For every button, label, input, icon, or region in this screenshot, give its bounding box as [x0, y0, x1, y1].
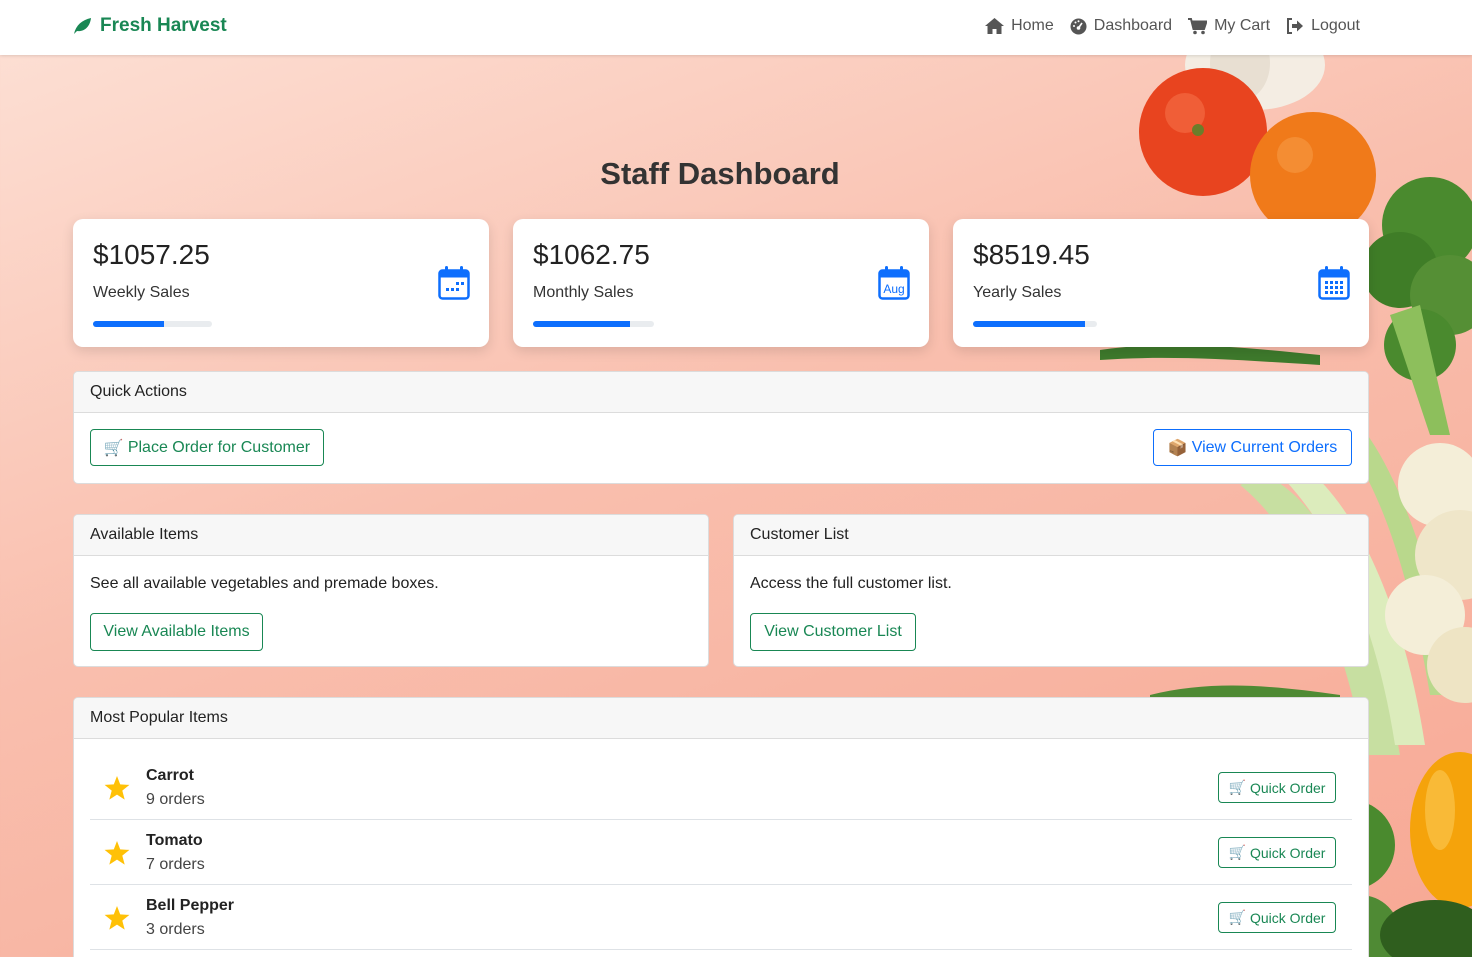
- view-current-orders-label: View Current Orders: [1191, 438, 1338, 456]
- weekly-sales-value: $1057.25: [93, 239, 210, 270]
- monthly-sales-card: $1062.75 Monthly Sales Aug: [513, 219, 929, 347]
- star-icon: [104, 906, 130, 930]
- nav-logout-label: Logout: [1311, 17, 1360, 34]
- quick-order-button[interactable]: 🛒 Quick Order: [1218, 902, 1336, 933]
- quick-order-button[interactable]: 🛒 Quick Order: [1218, 837, 1336, 868]
- customer-list-text: Access the full customer list.: [750, 575, 952, 592]
- popular-item-name: Bell Pepper: [146, 897, 235, 914]
- customer-list-header: Customer List: [734, 515, 1368, 556]
- page-title: Staff Dashboard: [600, 156, 840, 191]
- nav-home-label: Home: [1011, 17, 1054, 34]
- yearly-sales-progress: [973, 321, 1097, 327]
- calendar-month-text: Aug: [883, 282, 904, 296]
- nav-dashboard-link[interactable]: Dashboard: [1070, 17, 1172, 35]
- monthly-sales-label: Monthly Sales: [533, 284, 634, 301]
- nav-links: Home Dashboard My Cart Logout: [985, 17, 1360, 35]
- nav-logout-link[interactable]: Logout: [1286, 17, 1360, 35]
- popular-item-row: Bell Pepper 3 orders 🛒 Quick Order: [90, 885, 1352, 950]
- monthly-sales-progress: [533, 321, 654, 327]
- nav-home-link[interactable]: Home: [985, 17, 1054, 35]
- quick-order-label: Quick Order: [1249, 844, 1326, 861]
- calendar-year-icon: [1318, 266, 1350, 300]
- quick-order-button[interactable]: 🛒 Quick Order: [1218, 772, 1336, 803]
- popular-item-row: Carrot 9 orders 🛒 Quick Order: [90, 755, 1352, 820]
- place-order-label: Place Order for Customer: [127, 438, 311, 456]
- view-available-items-button[interactable]: View Available Items: [90, 613, 263, 651]
- calendar-week-icon: [438, 266, 470, 300]
- weekly-sales-progress-fill: [93, 321, 165, 327]
- place-order-button[interactable]: 🛒 Place Order for Customer: [90, 429, 324, 466]
- nav-cart-link[interactable]: My Cart: [1188, 17, 1270, 35]
- weekly-sales-progress: [93, 321, 212, 327]
- quick-order-label: Quick Order: [1249, 779, 1326, 796]
- most-popular-header: Most Popular Items: [74, 698, 1368, 739]
- view-current-orders-button[interactable]: 📦 View Current Orders: [1153, 429, 1352, 466]
- navbar: Fresh Harvest Home Dashboard My Cart Log…: [0, 0, 1472, 55]
- customer-list-card: Customer List Access the full customer l…: [733, 514, 1369, 667]
- cart-emoji-icon: 🛒: [1228, 844, 1246, 861]
- yearly-sales-value: $8519.45: [973, 239, 1090, 270]
- available-items-header: Available Items: [74, 515, 708, 556]
- popular-item-orders: 3 orders: [146, 921, 205, 938]
- logout-icon: [1287, 18, 1304, 34]
- available-items-card: Available Items See all available vegeta…: [73, 514, 709, 667]
- dashboard-icon: [1070, 18, 1087, 34]
- most-popular-card: Most Popular Items Carrot 9 orders 🛒 Qui…: [73, 697, 1369, 957]
- quick-actions-header: Quick Actions: [74, 372, 1368, 413]
- weekly-sales-card: $1057.25 Weekly Sales: [73, 219, 489, 347]
- cart-emoji-icon: 🛒: [1228, 909, 1246, 926]
- weekly-sales-label: Weekly Sales: [93, 284, 190, 301]
- brand-name: Fresh Harvest: [100, 15, 227, 36]
- yearly-sales-label: Yearly Sales: [973, 284, 1062, 301]
- view-customer-list-button[interactable]: View Customer List: [750, 613, 916, 651]
- yearly-sales-card: $8519.45 Yearly Sales: [953, 219, 1369, 347]
- popular-item-orders: 7 orders: [146, 856, 205, 873]
- available-items-text: See all available vegetables and premade…: [90, 575, 439, 592]
- star-icon: [104, 841, 130, 865]
- nav-cart-label: My Cart: [1214, 17, 1271, 34]
- calendar-month-icon: Aug: [878, 266, 910, 300]
- home-icon: [985, 18, 1005, 34]
- leaf-icon: [74, 18, 91, 34]
- popular-item-name: Tomato: [146, 832, 203, 849]
- monthly-sales-progress-fill: [533, 321, 630, 327]
- cart-icon: [1188, 17, 1208, 34]
- popular-item-orders: 9 orders: [146, 791, 205, 808]
- package-emoji-icon: 📦: [1167, 438, 1188, 457]
- quick-order-label: Quick Order: [1249, 909, 1326, 926]
- cart-emoji-icon: 🛒: [1228, 779, 1246, 796]
- popular-item-name: Carrot: [146, 767, 195, 784]
- cart-emoji-icon: 🛒: [103, 438, 124, 457]
- star-icon: [104, 776, 130, 800]
- popular-item-row: Tomato 7 orders 🛒 Quick Order: [90, 820, 1352, 885]
- brand-logo[interactable]: Fresh Harvest: [72, 15, 227, 37]
- nav-dashboard-label: Dashboard: [1093, 17, 1173, 34]
- monthly-sales-value: $1062.75: [533, 239, 650, 270]
- yearly-sales-progress-fill: [973, 321, 1085, 327]
- quick-actions-card: Quick Actions 🛒 Place Order for Customer…: [73, 371, 1369, 484]
